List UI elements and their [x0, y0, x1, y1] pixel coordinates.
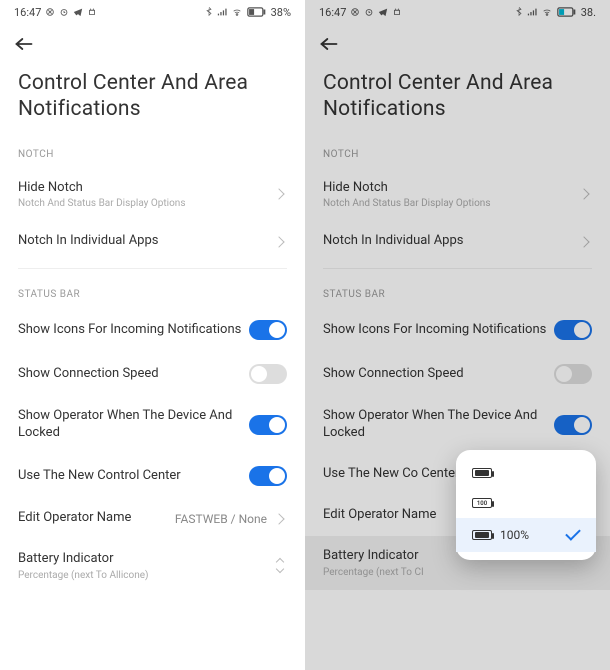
hide-notch-row[interactable]: Hide Notch Notch And Status Bar Display …	[0, 168, 305, 222]
wifi-icon	[231, 7, 243, 17]
page-title: Control Center And Area Notifications	[0, 64, 305, 135]
show-icons-toggle[interactable]	[554, 320, 592, 340]
battery-number-icon: 100	[472, 498, 492, 508]
hide-notch-row[interactable]: Hide Notch Notch And Status Bar Display …	[305, 168, 610, 222]
updown-chevron-icon	[277, 559, 283, 572]
show-operator-row[interactable]: Show Operator When The Device And Locked	[0, 396, 305, 454]
status-battery: 38.	[581, 6, 596, 19]
section-statusbar-label: STATUS BAR	[0, 275, 305, 308]
status-time: 16:47	[319, 6, 346, 19]
battery-icon	[247, 7, 267, 17]
check-icon	[565, 525, 581, 541]
alarm-dismiss-icon	[45, 7, 55, 17]
connection-speed-row[interactable]: Show Connection Speed	[0, 352, 305, 396]
android-icon	[87, 7, 97, 17]
status-bar: 16:47 38.	[305, 0, 610, 24]
connection-speed-row[interactable]: Show Connection Speed	[305, 352, 610, 396]
alarm-dismiss-icon	[350, 7, 360, 17]
status-time: 16:47	[14, 6, 41, 19]
telegram-icon	[378, 7, 388, 17]
android-icon	[392, 7, 402, 17]
telegram-icon	[73, 7, 83, 17]
back-button[interactable]	[319, 34, 339, 54]
notch-individual-row[interactable]: Notch In Individual Apps	[305, 221, 610, 262]
status-bar: 16:47 38%	[0, 0, 305, 24]
bluetooth-icon	[205, 7, 213, 17]
hide-notch-title: Hide Notch	[18, 180, 275, 197]
new-control-center-toggle[interactable]	[249, 466, 287, 486]
divider	[323, 268, 592, 269]
page-title: Control Center And Area Notifications	[305, 64, 610, 135]
battery-icon	[557, 7, 577, 17]
connection-speed-toggle[interactable]	[249, 364, 287, 384]
section-notch-label: NOTCH	[305, 135, 610, 168]
edit-operator-value: FASTWEB / None	[175, 512, 267, 526]
divider	[18, 268, 287, 269]
battery-option-label: 100%	[500, 528, 529, 542]
show-operator-toggle[interactable]	[249, 415, 287, 435]
hide-notch-sub: Notch And Status Bar Display Options	[18, 198, 275, 209]
back-button[interactable]	[14, 34, 34, 54]
alarm-icon	[59, 7, 69, 17]
section-statusbar-label: STATUS BAR	[305, 275, 610, 308]
battery-indicator-popup: 100 100%	[456, 450, 596, 560]
screen-right: 16:47 38. Control Center And Area Notifi…	[305, 0, 610, 670]
battery-indicator-row[interactable]: Battery Indicator Percentage (next To Al…	[0, 539, 305, 593]
status-battery: 38%	[271, 6, 291, 19]
section-notch-label: NOTCH	[0, 135, 305, 168]
signal-icon	[527, 7, 537, 17]
wifi-icon	[541, 7, 553, 17]
chevron-right-icon	[578, 236, 589, 247]
show-operator-toggle[interactable]	[554, 415, 592, 435]
chevron-right-icon	[273, 189, 284, 200]
edit-operator-row[interactable]: Edit Operator Name FASTWEB / None	[0, 498, 305, 539]
notch-individual-row[interactable]: Notch In Individual Apps	[0, 221, 305, 262]
chevron-right-icon	[273, 513, 284, 524]
battery-full-icon	[472, 530, 492, 540]
alarm-icon	[364, 7, 374, 17]
show-operator-row[interactable]: Show Operator When The Device And Locked	[305, 396, 610, 454]
battery-option-graphic[interactable]	[456, 458, 596, 488]
battery-option-next-to[interactable]: 100%	[456, 518, 596, 552]
bluetooth-icon	[515, 7, 523, 17]
chevron-right-icon	[273, 236, 284, 247]
signal-icon	[217, 7, 227, 17]
show-icons-row[interactable]: Show Icons For Incoming Notifications	[0, 308, 305, 352]
battery-option-inside[interactable]: 100	[456, 488, 596, 518]
connection-speed-toggle[interactable]	[554, 364, 592, 384]
notch-individual-title: Notch In Individual Apps	[18, 233, 275, 250]
new-control-center-row[interactable]: Use The New Control Center	[0, 454, 305, 498]
battery-full-icon	[472, 468, 492, 478]
screen-left: 16:47 38% Control Center And Area Notifi…	[0, 0, 305, 670]
chevron-right-icon	[578, 189, 589, 200]
show-icons-toggle[interactable]	[249, 320, 287, 340]
show-icons-row[interactable]: Show Icons For Incoming Notifications	[305, 308, 610, 352]
